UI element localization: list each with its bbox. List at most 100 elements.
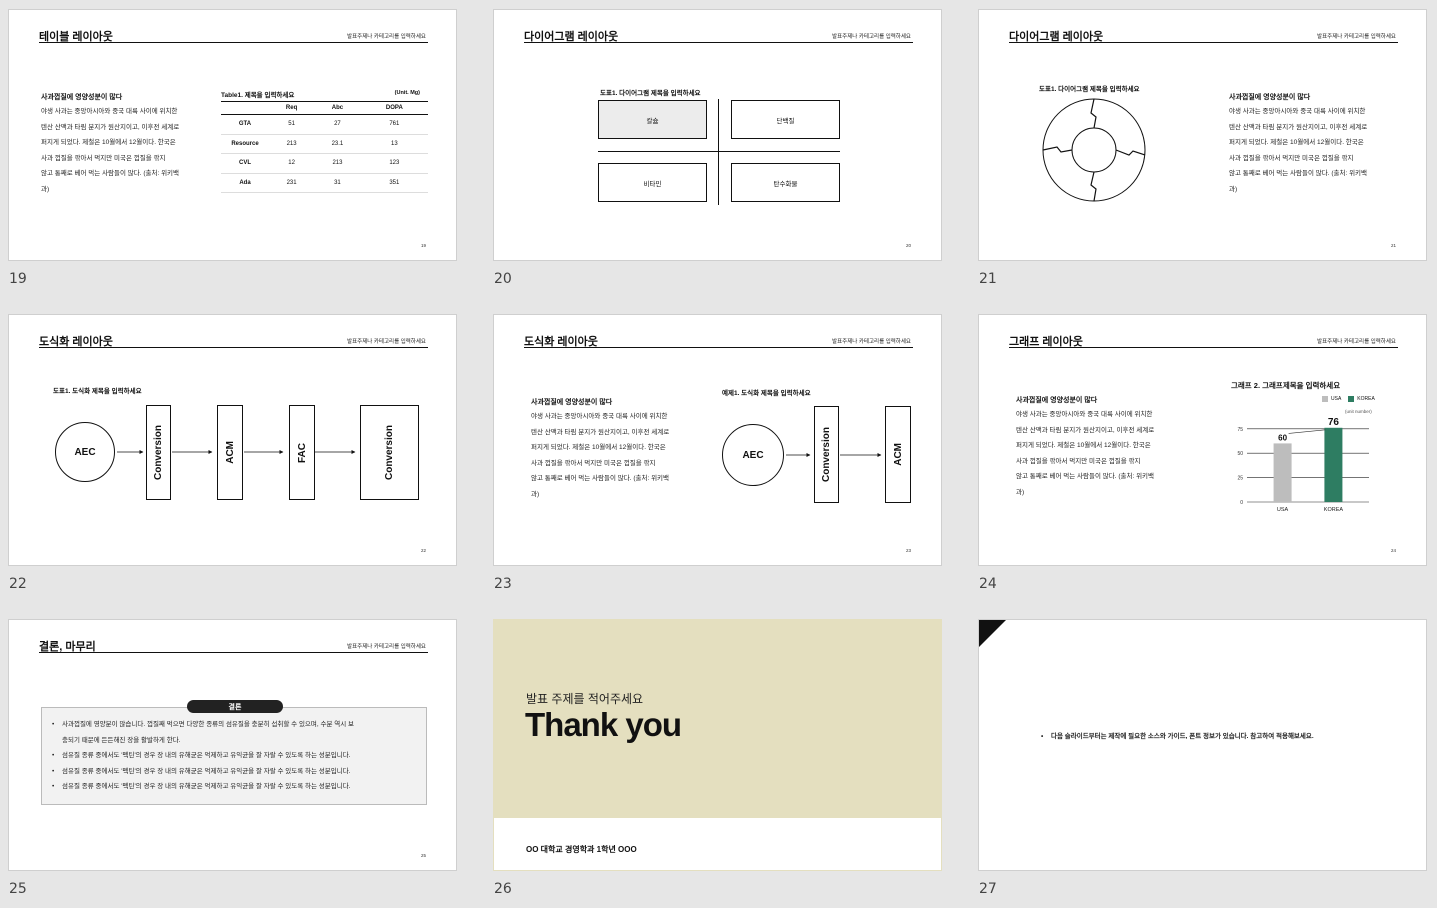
chart-legend: USA KOREA — [1322, 396, 1375, 402]
flow-arrows — [786, 453, 882, 457]
paragraph-title: 사과껍질에 영양성분이 많다 — [1016, 397, 1098, 404]
paragraph-title: 사과껍질에 영양성분이 많다 — [1229, 94, 1311, 101]
conclusion-box: 사과껍질에 영양분이 많습니다. 껍질째 먹으면 다양한 종류의 섬유질을 충분… — [41, 707, 427, 805]
paragraph-line: 과) — [41, 185, 50, 193]
paragraph-line: 퍼지게 되었다. 제철은 10월에서 12월이다. 한국은 — [1016, 442, 1151, 449]
slide-page-number: 20 — [905, 243, 911, 248]
slide-number-label: 19 — [9, 271, 27, 287]
table-header-cell: DOPA — [360, 101, 428, 115]
slide-thumbnail-25[interactable]: 결론, 마무리 발표주제나 카테고리를 입력하세요 사과껍질에 영양분이 많습니… — [8, 619, 457, 871]
paragraph-line: 텐산 산맥과 타림 분지가 원산지이고, 이후전 세계로 — [1229, 123, 1368, 131]
paragraph-line: 야생 사과는 중앙아시아와 중국 대륙 사이에 위치한 — [41, 108, 178, 115]
paragraph-title: 사과껍질에 영양성분이 많다 — [41, 94, 123, 101]
flow-step-label: FAC — [296, 442, 308, 463]
text-block: 사과껍질에 영양성분이 많다 야생 사과는 중앙아시아와 중국 대륙 사이에 위… — [1229, 92, 1404, 197]
conclusion-badge: 결론 — [187, 700, 283, 713]
slide-number-label: 23 — [494, 576, 512, 592]
flow-step-label: Conversion — [384, 424, 395, 480]
guide-note: 다음 슬라이드부터는 제작에 필요한 소스와 가이드, 폰트 정보가 있습니다.… — [1041, 729, 1314, 745]
table-cell: GTA — [221, 114, 269, 135]
flow-step-acm: ACM — [885, 406, 911, 503]
flow-step-conversion: Conversion — [146, 405, 171, 500]
paragraph-line: 과) — [1229, 185, 1238, 193]
table-caption: Table1. 제목을 입력하세요 — [221, 92, 295, 99]
slide-thumbnail-20[interactable]: 다이어그램 레이아웃 발표주제나 카테고리를 입력하세요 도표1. 다이어그램 … — [493, 9, 942, 261]
slide-subtitle: 발표주제나 카테고리를 입력하세요 — [832, 34, 911, 40]
flow-step-conversion: Conversion — [814, 406, 839, 503]
title-rule — [1009, 42, 1398, 43]
slide-thumbnail-26[interactable]: 발표 주제를 적어주세요 Thank you OO 대학교 경영학과 1학년 O… — [493, 619, 942, 871]
paragraph-line: 텐산 산맥과 타림 분지가 원산지이고, 이후전 세계로 — [41, 123, 180, 131]
table-header-row: Req Abc DOPA — [221, 101, 428, 115]
flow-step-label: Conversion — [821, 426, 832, 482]
slide-number-label: 22 — [9, 576, 27, 592]
table-cell: 351 — [360, 173, 428, 193]
slide-thumbnail-27[interactable]: 다음 슬라이드부터는 제작에 필요한 소스와 가이드, 폰트 정보가 있습니다.… — [978, 619, 1427, 871]
chart-y-tick-label: 75 — [1237, 427, 1243, 433]
slide-thumbnail-23[interactable]: 도식화 레이아웃 발표주제나 카테고리를 입력하세요 사과껍질에 영양성분이 많… — [493, 314, 942, 566]
paragraph-line: 않고 통째로 베어 먹는 사람들이 많다. (출처: 위키백 — [1229, 170, 1368, 177]
slide-thumbnail-22[interactable]: 도식화 레이아웃 발표주제나 카테고리를 입력하세요 도표1. 도식화 제목을 … — [8, 314, 457, 566]
title-rule — [1009, 347, 1398, 348]
chart-bar-usa — [1273, 443, 1292, 502]
conclusion-bullet: 섬유질 종류 중에서도 '펙틴'의 경우 장 내의 유해균은 억제하고 유익균을… — [52, 748, 416, 764]
flow-step-label: Conversion — [153, 424, 164, 480]
chart-bar-korea — [1324, 427, 1343, 502]
slide-page-number: 19 — [420, 243, 426, 248]
legend-swatch-usa — [1322, 396, 1328, 402]
table-header-cell — [221, 101, 269, 115]
flow-step-acm: ACM — [217, 405, 243, 500]
slide-page-number: 25 — [420, 853, 426, 858]
slide-number-label: 26 — [494, 881, 512, 897]
diagram-h-axis — [598, 151, 840, 152]
conclusion-bullet-cont: 충되기 때문에 든든해진 장을 활발하게 한다. — [62, 736, 181, 744]
data-table: Req Abc DOPA GTA 51 27 761 Resource 213 … — [221, 101, 428, 193]
chart-value-label: 76 — [1328, 417, 1340, 428]
title-rule — [39, 652, 428, 653]
diagram-box-calcium: 칼슘 — [598, 100, 707, 139]
chart-title: 그래프 2. 그래프제목을 입력하세요 — [1231, 381, 1341, 390]
slide-page-number: 22 — [420, 548, 426, 553]
paragraph-line: 야생 사과는 중앙아시아와 중국 대륙 사이에 위치한 — [1229, 108, 1366, 115]
table-cell: 123 — [360, 153, 428, 174]
paragraph-line: 않고 통째로 베어 먹는 사람들이 많다. (출처: 위키백 — [1016, 473, 1155, 480]
legend-label: USA — [1331, 396, 1342, 402]
diagram-caption: 도표1. 다이어그램 제목을 입력하세요 — [1039, 86, 1140, 93]
bar-chart: 0 25 50 75 60 USA 76 KOREA — [1237, 417, 1369, 513]
paragraph-line: 퍼지게 되었다. 제철은 10월에서 12월이다. 한국은 — [1229, 139, 1364, 146]
table-cell: 12 — [269, 153, 315, 174]
slide-subtitle: 발표주제나 카테고리를 입력하세요 — [347, 34, 426, 40]
title-rule — [39, 42, 428, 43]
table-cell: 213 — [269, 134, 315, 154]
slide-thumbnail-21[interactable]: 다이어그램 레이아웃 발표주제나 카테고리를 입력하세요 도표1. 다이어그램 … — [978, 9, 1427, 261]
slide-subtitle: 발표주제나 카테고리를 입력하세요 — [1317, 34, 1396, 40]
chart-y-tick-label: 25 — [1237, 476, 1243, 482]
slide-number-label: 25 — [9, 881, 27, 897]
paragraph-line: 않고 통째로 베어 먹는 사람들이 많다. (출처: 위키백 — [41, 170, 180, 177]
paragraph-line: 사과 껍질을 깎아서 먹지만 미국은 껍질을 깎지 — [41, 154, 166, 162]
paragraph-line: 사과 껍질을 깎아서 먹지만 미국은 껍질을 깎지 — [1016, 457, 1141, 465]
table-row: CVL 12 213 123 — [221, 153, 428, 174]
table-header-cell: Abc — [314, 101, 361, 115]
paragraph-line: 텐산 산맥과 타림 분지가 원산지이고, 이후전 세계로 — [1016, 426, 1155, 434]
paragraph-line: 사과 껍질을 깎아서 먹지만 미국은 껍질을 깎지 — [1229, 154, 1354, 162]
legend-label: KOREA — [1357, 396, 1375, 402]
diagram-box-vitamin: 비타민 — [598, 163, 707, 202]
table-header-cell: Req — [269, 101, 315, 115]
flow-step-conversion-final: Conversion — [360, 405, 419, 500]
text-block: 사과껍질에 영양성분이 많다 야생 사과는 중앙아시아와 중국 대륙 사이에 위… — [1016, 395, 1191, 500]
table-cell: Resource — [221, 134, 269, 154]
legend-swatch-korea — [1348, 396, 1355, 402]
cycle-diagram — [1042, 98, 1146, 202]
chart-category-label: KOREA — [1324, 507, 1344, 513]
slide-page-number: 23 — [905, 548, 911, 553]
text-block: 사과껍질에 영양성분이 많다 야생 사과는 중앙아시아와 중국 대륙 사이에 위… — [41, 92, 216, 197]
table-cell: 23.1 — [314, 134, 361, 154]
slide-thumbnail-24[interactable]: 그래프 레이아웃 발표주제나 카테고리를 입력하세요 사과껍질에 영양성분이 많… — [978, 314, 1427, 566]
author-line: OO 대학교 경영학과 1학년 OOO — [526, 845, 637, 854]
table-unit: (Unit. Mg) — [394, 90, 420, 96]
slide-page-number: 24 — [1390, 548, 1396, 553]
chart-trend-arrow — [1288, 429, 1326, 434]
slide-thumbnail-19[interactable]: 테이블 레이아웃 발표주제나 카테고리를 입력하세요 사과껍질에 영양성분이 많… — [8, 9, 457, 261]
table-cell: 27 — [314, 114, 361, 135]
